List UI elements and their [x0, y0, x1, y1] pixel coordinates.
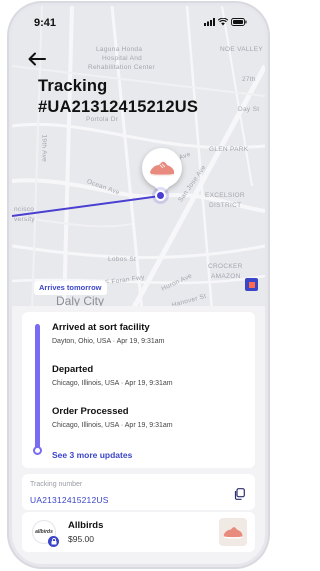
status-time: 9:41: [34, 17, 57, 29]
product-name: Allbirds: [68, 520, 104, 531]
map-label: 27th: [242, 76, 256, 83]
tracking-number-label: Tracking number: [30, 481, 83, 488]
lock-icon: [48, 536, 59, 547]
tracking-number-card: Tracking number UA21312415212US: [22, 474, 255, 510]
map-view[interactable]: Laguna Honda Hospital And Rehabilitation…: [12, 6, 265, 311]
tracking-number-value[interactable]: UA21312415212US: [30, 495, 109, 505]
event-title: Order Processed: [52, 406, 129, 417]
map-label: Lobos St: [108, 256, 137, 263]
event-title: Arrived at sort facility: [52, 322, 150, 333]
map-label: versity: [14, 216, 35, 223]
map-label: GLEN PARK: [209, 146, 249, 153]
product-price: $95.00: [68, 534, 94, 544]
status-bar: 9:41: [12, 6, 265, 36]
wifi-icon: [218, 18, 228, 26]
map-label: Day St: [238, 106, 260, 113]
tracking-updates-card: Arrived at sort facility Dayton, Ohio, U…: [22, 312, 255, 468]
product-card[interactable]: allbirds Allbirds $95.00: [22, 512, 255, 552]
page-title-line1: Tracking: [38, 77, 108, 95]
map-label: DISTRICT: [209, 202, 242, 209]
map-label: CROCKER: [208, 263, 243, 270]
timeline-event: Departed Chicago, Illinois, USA · Apr 19…: [52, 364, 173, 387]
back-arrow-icon: [28, 52, 46, 66]
back-button[interactable]: [28, 52, 46, 68]
battery-icon: [231, 18, 247, 26]
page-title: Tracking #UA21312415212US: [38, 76, 198, 118]
shoe-icon: [150, 161, 174, 177]
timeline-event: Order Processed Chicago, Illinois, USA ·…: [52, 406, 173, 429]
event-title: Departed: [52, 364, 94, 375]
map-label: ncisco: [14, 206, 35, 213]
map-label: NOE VALLEY: [220, 46, 263, 53]
map-label: Laguna Honda: [96, 46, 143, 53]
see-more-updates-link[interactable]: See 3 more updates: [52, 450, 132, 460]
timeline-event: Arrived at sort facility Dayton, Ohio, U…: [52, 322, 164, 345]
map-label: 19th Ave: [40, 134, 48, 163]
timeline-bar: [35, 324, 40, 450]
arrives-badge: Arrives tomorrow: [34, 281, 107, 295]
event-subtitle: Dayton, Ohio, USA · Apr 19, 9:31am: [52, 338, 165, 345]
signal-icon: [204, 18, 215, 26]
status-icons: [204, 18, 247, 26]
event-subtitle: Chicago, Illinois, USA · Apr 19, 9:31am: [52, 380, 173, 387]
current-location-dot: [155, 190, 166, 201]
map-label: AMAZON: [211, 273, 241, 280]
product-thumbnail: [219, 518, 247, 546]
shoe-icon: [223, 527, 243, 539]
event-subtitle: Chicago, Illinois, USA · Apr 19, 9:31am: [52, 422, 173, 429]
page-title-line2: #UA21312415212US: [38, 98, 199, 116]
copy-icon[interactable]: [234, 488, 245, 500]
map-label: Hospital And: [102, 55, 143, 62]
phone-frame: Laguna Honda Hospital And Rehabilitation…: [12, 6, 265, 564]
map-label: Rehabilitation Center: [88, 64, 156, 71]
timeline-end-marker: [33, 446, 42, 455]
map-label: EXCELSIOR: [205, 192, 245, 199]
map-layer-icon[interactable]: [245, 278, 258, 291]
details-sheet: Arrived at sort facility Dayton, Ohio, U…: [12, 306, 265, 564]
